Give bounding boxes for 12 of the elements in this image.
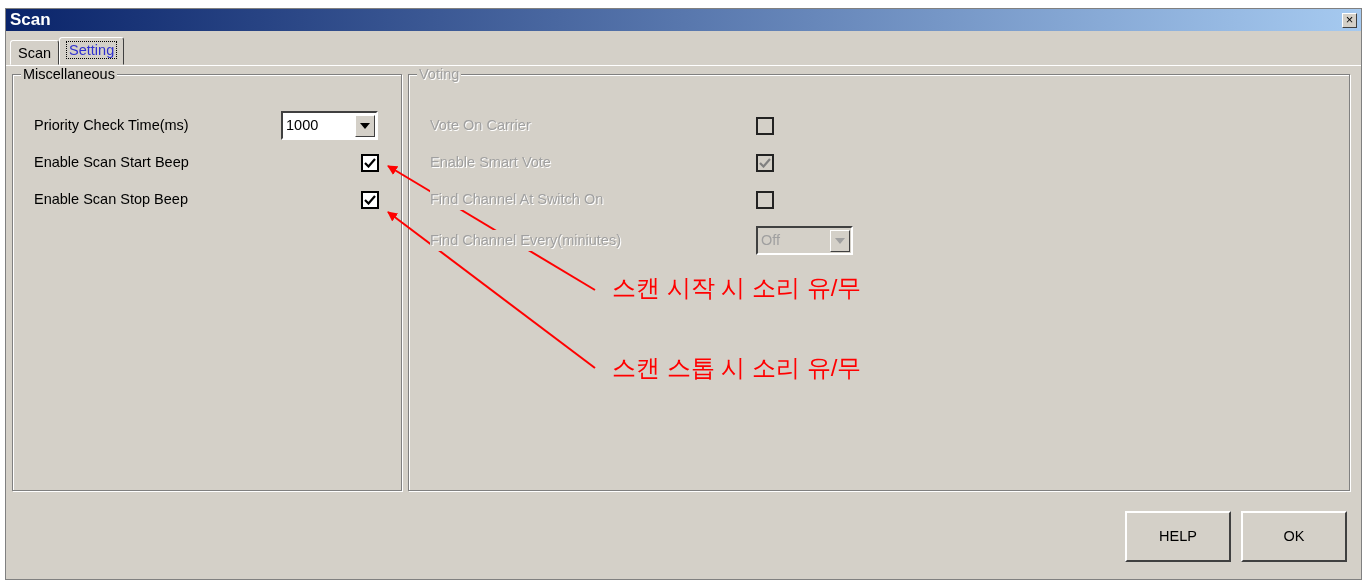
dialog-button[interactable]: HELP (1125, 511, 1231, 562)
tab[interactable]: Scan (10, 40, 60, 65)
dialog-button[interactable]: OK (1241, 511, 1347, 562)
checkbox[interactable] (361, 153, 379, 172)
group-title: Miscellaneous (21, 67, 117, 81)
tab[interactable]: Setting (59, 37, 125, 65)
annotation-text: 스캔 시작 시 소리 유/무 (612, 274, 862, 302)
checkbox[interactable] (361, 190, 379, 209)
close-button[interactable]: × (1342, 12, 1357, 28)
dropdown[interactable]: 1000 (281, 111, 378, 140)
window-title: Scan (10, 9, 51, 32)
annotation-text: 스캔 스톱 시 소리 유/무 (612, 354, 862, 382)
